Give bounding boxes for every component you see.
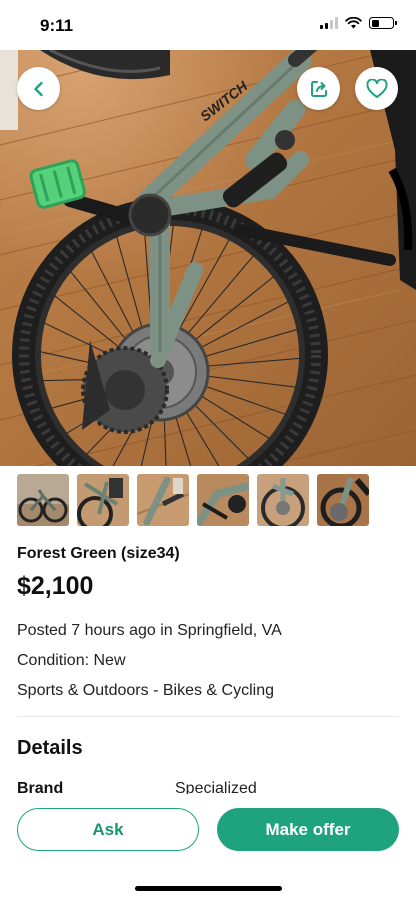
chevron-left-icon — [33, 81, 43, 96]
thumbnail-4[interactable] — [197, 474, 249, 526]
favorite-button[interactable] — [355, 67, 398, 110]
thumbnail-2[interactable] — [77, 474, 129, 526]
detail-value: Specialized — [175, 780, 257, 794]
heart-icon — [365, 78, 388, 98]
bike-photo: SWITCH — [0, 50, 416, 466]
battery-icon — [369, 17, 397, 29]
thumbnail-1[interactable] — [17, 474, 69, 526]
cellular-signal-icon — [320, 17, 338, 29]
status-bar: 9:11 — [0, 0, 416, 50]
thumbnail-3[interactable] — [137, 474, 189, 526]
wifi-icon — [345, 17, 362, 29]
divider — [17, 716, 399, 717]
status-time: 9:11 — [40, 16, 74, 35]
hero-photo[interactable]: SWITCH — [0, 50, 416, 466]
action-bar: Ask Make offer — [0, 794, 416, 900]
home-indicator[interactable] — [135, 886, 282, 891]
photo-thumbnails — [17, 474, 369, 526]
posted-info: Posted 7 hours ago in Springfield, VA — [17, 622, 282, 639]
ask-button[interactable]: Ask — [17, 808, 199, 851]
detail-row-brand: Brand Specialized — [17, 780, 399, 794]
share-icon — [310, 80, 327, 97]
back-button[interactable] — [17, 67, 60, 110]
make-offer-button[interactable]: Make offer — [217, 808, 399, 851]
condition-info: Condition: New — [17, 652, 126, 669]
listing-price: $2,100 — [17, 572, 94, 600]
details-heading: Details — [17, 737, 83, 759]
thumbnail-6[interactable] — [317, 474, 369, 526]
thumbnail-5[interactable] — [257, 474, 309, 526]
battery-level — [371, 19, 379, 27]
detail-key: Brand — [17, 780, 64, 794]
category-link[interactable]: Sports & Outdoors - Bikes & Cycling — [17, 682, 274, 700]
share-button[interactable] — [297, 67, 340, 110]
status-icons — [320, 17, 397, 29]
listing-title: Forest Green (size34) — [17, 545, 180, 562]
